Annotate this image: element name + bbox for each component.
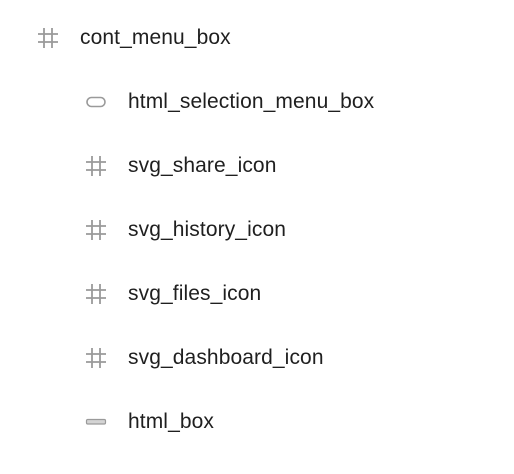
rounded-rectangle-icon [85, 91, 107, 113]
frame-hash-icon [85, 283, 107, 305]
layer-label: svg_history_icon [128, 218, 287, 241]
layer-row-svg-share-icon[interactable]: svg_share_icon [85, 146, 277, 186]
frame-hash-icon [85, 219, 107, 241]
layer-label: cont_menu_box [80, 26, 231, 49]
layer-row-svg-files-icon[interactable]: svg_files_icon [85, 274, 261, 314]
layer-row-svg-history-icon[interactable]: svg_history_icon [85, 210, 286, 250]
layer-row-svg-dashboard-icon[interactable]: svg_dashboard_icon [85, 338, 324, 378]
frame-hash-icon [85, 155, 107, 177]
layer-row-html-box[interactable]: html_box [85, 402, 214, 442]
frame-hash-icon [85, 347, 107, 369]
flat-rectangle-icon [85, 411, 107, 433]
layer-row-cont-menu-box[interactable]: cont_menu_box [37, 18, 231, 58]
layers-panel: cont_menu_box html_selection_menu_box sv… [0, 0, 514, 474]
layer-label: svg_share_icon [128, 154, 277, 177]
layer-label: html_box [128, 410, 215, 433]
layer-label: html_selection_menu_box [128, 90, 375, 113]
layer-row-html-selection-menu-box[interactable]: html_selection_menu_box [85, 82, 374, 122]
layer-label: svg_dashboard_icon [128, 346, 324, 369]
layer-label: svg_files_icon [128, 282, 262, 305]
frame-hash-icon [37, 27, 59, 49]
